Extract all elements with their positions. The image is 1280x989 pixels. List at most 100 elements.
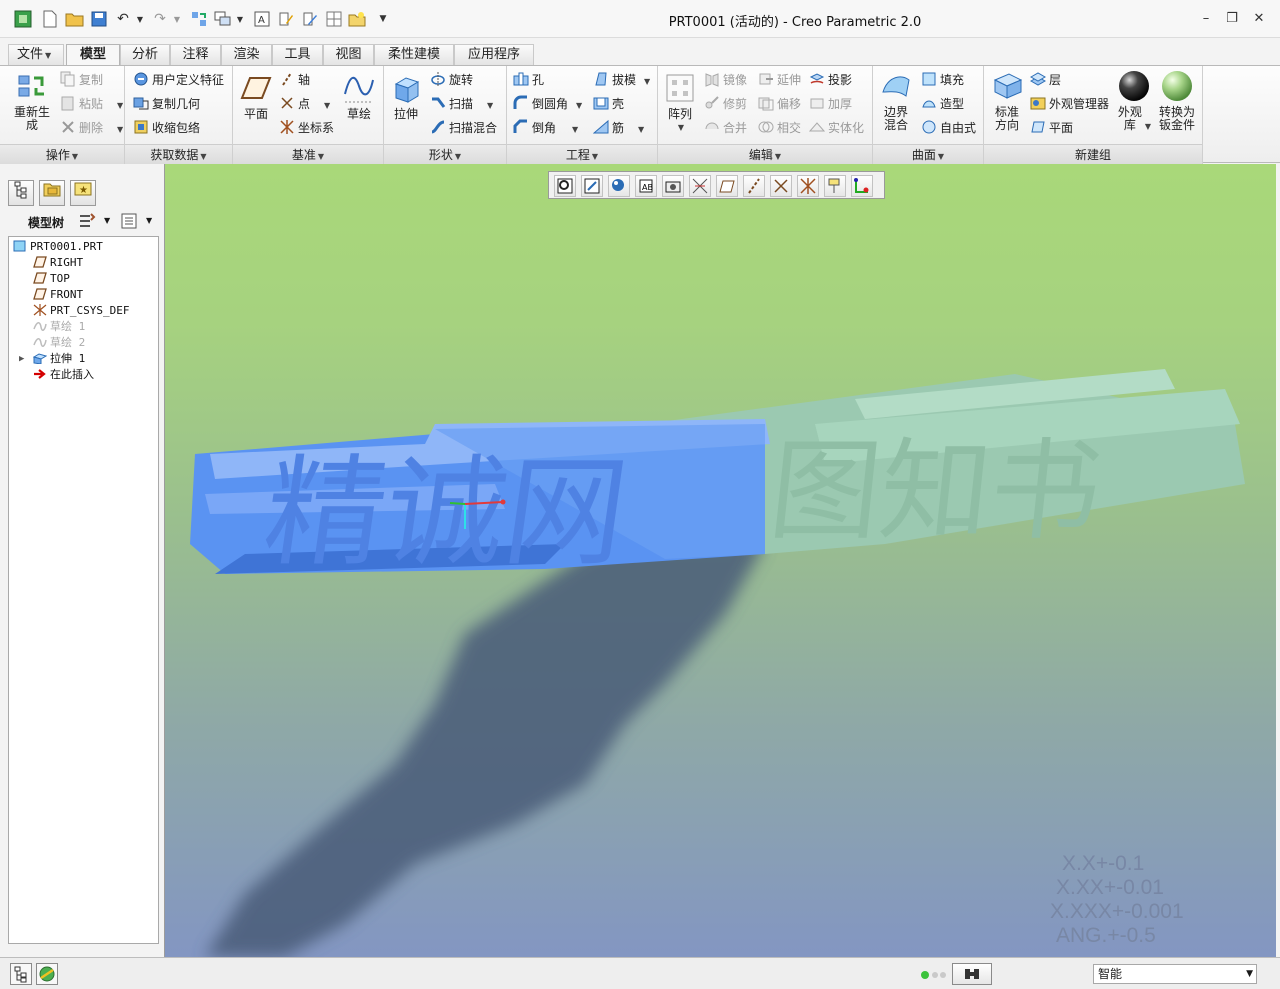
tree-item[interactable]: RIGHT: [33, 255, 83, 271]
group-label-new[interactable]: 新建组: [984, 144, 1202, 164]
save-icon[interactable]: [89, 9, 109, 29]
favorites-tab[interactable]: ★: [70, 180, 96, 206]
thicken-button[interactable]: 加厚: [809, 94, 852, 114]
axis-display-toggle-icon[interactable]: [743, 175, 765, 197]
shrinkwrap-button[interactable]: 收缩包络: [133, 118, 200, 138]
expand-icon[interactable]: ▶: [19, 351, 24, 367]
tab-file[interactable]: 文件 ▼: [8, 44, 64, 65]
tab-view[interactable]: 视图: [323, 44, 374, 65]
boundary-blend-button[interactable]: 边界混合: [877, 70, 915, 132]
csys-display-toggle-icon[interactable]: [797, 175, 819, 197]
style-button[interactable]: 造型: [921, 94, 964, 114]
undo-icon[interactable]: ↶: [113, 9, 133, 29]
selection-filter-select[interactable]: 智能 ▼: [1093, 964, 1257, 984]
datum-plane-button[interactable]: 平面: [239, 72, 273, 121]
appearance-library-button[interactable]: 外观库 ▼: [1116, 70, 1152, 133]
group-label-operations[interactable]: 操作 ▼: [0, 144, 124, 164]
close-window-icon[interactable]: A: [252, 9, 272, 29]
plane-display-button[interactable]: 平面: [1030, 118, 1073, 138]
group-label-get-data[interactable]: 获取数据 ▼: [125, 144, 232, 164]
tab-model[interactable]: 模型: [66, 44, 120, 66]
tree-item[interactable]: PRT_CSYS_DEF: [33, 303, 129, 319]
axis-button[interactable]: 轴: [279, 70, 310, 90]
freestyle-button[interactable]: 自由式: [921, 118, 976, 138]
round-button[interactable]: 倒圆角 ▼: [513, 94, 582, 114]
display-style-icon[interactable]: [689, 175, 711, 197]
shell-button[interactable]: 壳: [593, 94, 624, 114]
regenerate-button[interactable]: 重新生成: [10, 70, 54, 132]
spin-center-toggle-icon[interactable]: [851, 175, 873, 197]
extend-button[interactable]: 延伸: [758, 70, 801, 90]
convert-to-sheetmetal-button[interactable]: 转换为钣金件: [1156, 70, 1198, 132]
restore-button[interactable]: ❐: [1221, 10, 1243, 28]
tree-item[interactable]: 草绘 1: [33, 319, 85, 335]
group-label-surfaces[interactable]: 曲面 ▼: [873, 144, 983, 164]
undo-dropdown-icon[interactable]: ▼: [134, 9, 146, 29]
model-scene[interactable]: 图知书 精诚网: [165, 164, 1276, 957]
close-button[interactable]: ✕: [1248, 10, 1270, 28]
open-file-icon[interactable]: [64, 9, 86, 29]
group-label-editing[interactable]: 编辑 ▼: [658, 144, 872, 164]
tree-settings-dropdown-icon[interactable]: ▼: [104, 216, 110, 225]
csys-button[interactable]: 坐标系: [279, 118, 334, 138]
regenerate-icon[interactable]: [188, 9, 210, 29]
hole-button[interactable]: 孔: [513, 70, 544, 90]
extrude-button[interactable]: 拉伸: [389, 72, 423, 121]
copy-button[interactable]: 复制: [60, 70, 103, 90]
tree-item[interactable]: PRT0001.PRT: [13, 239, 103, 255]
find-icon[interactable]: [952, 963, 992, 985]
tab-applications[interactable]: 应用程序: [454, 44, 534, 65]
group-label-datum[interactable]: 基准 ▼: [233, 144, 383, 164]
paste-button[interactable]: 粘贴 ▼: [60, 94, 123, 114]
appearance-manager-button[interactable]: 外观管理器: [1030, 94, 1109, 114]
tab-render[interactable]: 渲染: [221, 44, 272, 65]
show-dropdown-icon[interactable]: ▼: [146, 216, 152, 225]
minimize-button[interactable]: –: [1195, 10, 1217, 28]
graphics-window[interactable]: 图知书 精诚网 AB X.X+-0.1 X.XX+-0.01 X.XXX+-0.…: [164, 164, 1276, 957]
mirror-button[interactable]: 镜像: [704, 70, 747, 90]
sketch-button[interactable]: 草绘: [341, 72, 377, 121]
repaint-icon[interactable]: AB: [635, 175, 657, 197]
customize-dropdown-icon[interactable]: ▼: [376, 9, 390, 29]
tree-item[interactable]: 草绘 2: [33, 335, 85, 351]
tree-settings-icon[interactable]: [78, 212, 96, 233]
group-label-engineering[interactable]: 工程 ▼: [507, 144, 657, 164]
intersect-button[interactable]: 相交: [758, 118, 801, 138]
pattern-button[interactable]: 阵列 ▼: [662, 72, 698, 134]
redo-dropdown-icon[interactable]: ▼: [171, 9, 183, 29]
swept-blend-button[interactable]: 扫描混合: [430, 118, 497, 138]
solidify-button[interactable]: 实体化: [808, 118, 864, 138]
new-file-icon[interactable]: [40, 9, 60, 29]
tree-item[interactable]: 在此插入: [33, 367, 94, 383]
navigator-toggle-icon[interactable]: [10, 963, 32, 985]
trim-button[interactable]: 修剪: [704, 94, 747, 114]
folder-browser-tab[interactable]: [39, 180, 65, 206]
zoom-in-icon[interactable]: [581, 175, 603, 197]
rib-button[interactable]: 筋 ▼: [592, 118, 644, 138]
layer-button[interactable]: 层: [1029, 70, 1061, 90]
tree-item[interactable]: FRONT: [33, 287, 83, 303]
point-display-toggle-icon[interactable]: [770, 175, 792, 197]
fill-button[interactable]: 填充: [921, 70, 964, 90]
show-icon[interactable]: [120, 212, 138, 233]
edit-icon[interactable]: [276, 9, 296, 29]
tab-flexible-modeling[interactable]: 柔性建模: [374, 44, 454, 65]
tree-item[interactable]: TOP: [33, 271, 70, 287]
chamfer-button[interactable]: 倒角 ▼: [513, 118, 578, 138]
standard-orientation-button[interactable]: 标准方向: [988, 70, 1026, 132]
zoom-out-icon[interactable]: [608, 175, 630, 197]
offset-button[interactable]: 偏移: [758, 94, 801, 114]
browser-toggle-icon[interactable]: [36, 963, 58, 985]
sweep-button[interactable]: 扫描 ▼: [430, 94, 493, 114]
redo-icon[interactable]: ↷: [150, 9, 170, 29]
refit-icon[interactable]: [554, 175, 576, 197]
folder-star-icon[interactable]: [347, 9, 367, 29]
tree-item[interactable]: ▶ 拉伸 1: [19, 351, 85, 367]
saved-orientations-icon[interactable]: [662, 175, 684, 197]
model-tree-tab[interactable]: [8, 180, 34, 206]
group-label-shapes[interactable]: 形状 ▼: [384, 144, 506, 164]
point-button[interactable]: 点 ▼: [279, 94, 330, 114]
grid-icon[interactable]: [324, 9, 344, 29]
tab-tools[interactable]: 工具: [272, 44, 323, 65]
project-button[interactable]: 投影: [809, 70, 852, 90]
